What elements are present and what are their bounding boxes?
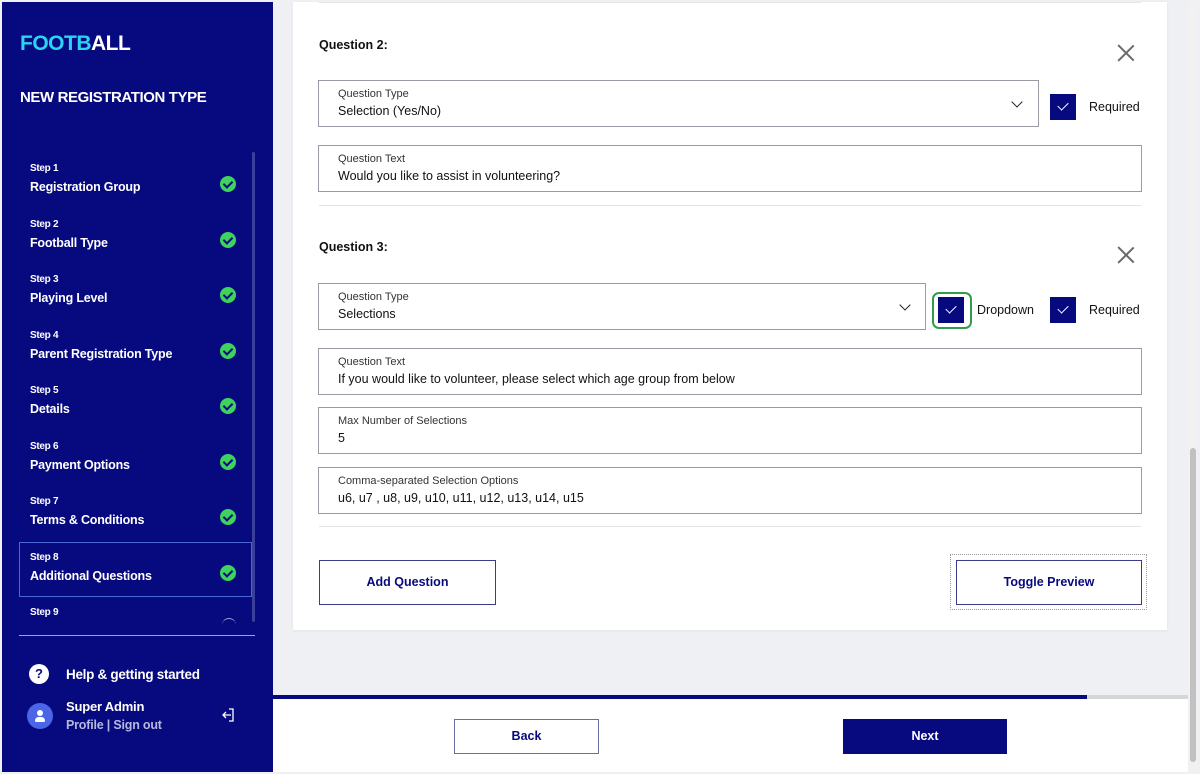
field-value: Selection (Yes/No) xyxy=(338,104,442,118)
question-2-title: Question 2: xyxy=(319,38,388,52)
required-label: Required xyxy=(1089,303,1140,317)
footer-bar: Back Next xyxy=(273,699,1188,772)
step-number: Step 4 xyxy=(30,329,59,341)
step-label: Parent Registration Type xyxy=(30,346,173,361)
questions-card: Question 2: Question Type Selection (Yes… xyxy=(293,2,1167,630)
divider xyxy=(319,2,1141,3)
section-title: NEW REGISTRATION TYPE xyxy=(20,89,207,106)
step-list: Step 1 Registration Group Step 2 Footbal… xyxy=(19,153,254,625)
step-label: Details xyxy=(30,402,70,416)
sidebar: FOOTBALL NEW REGISTRATION TYPE Step 1 Re… xyxy=(2,2,273,772)
step-label: Terms & Conditions xyxy=(30,513,145,527)
step-number: Step 2 xyxy=(30,218,59,230)
logo-text-2: ALL xyxy=(91,32,131,55)
check-circle-icon xyxy=(220,231,236,248)
check-circle-icon xyxy=(220,176,236,192)
check-circle-icon xyxy=(220,287,236,303)
field-label: Comma-separated Selection Options xyxy=(338,475,519,487)
dropdown-label: Dropdown xyxy=(977,303,1034,317)
divider xyxy=(19,635,255,636)
field-value: Selections xyxy=(338,307,396,321)
close-icon[interactable] xyxy=(1117,44,1135,62)
question-3-text-field[interactable]: Question Text If you would like to volun… xyxy=(318,348,1142,395)
question-2-type-select[interactable]: Question Type Selection (Yes/No) xyxy=(318,80,1039,127)
field-label: Max Number of Selections xyxy=(338,415,467,427)
sidebar-step-7[interactable]: Step 7 Terms & Conditions xyxy=(19,486,254,542)
logout-icon[interactable] xyxy=(220,707,236,723)
page-scrollbar[interactable] xyxy=(1188,2,1198,772)
step-label: Registration Group xyxy=(30,180,141,194)
chevron-down-icon xyxy=(1011,96,1023,108)
check-circle-icon xyxy=(220,453,236,470)
sidebar-step-8[interactable]: Step 8 Additional Questions xyxy=(19,541,252,597)
scrollbar-thumb[interactable] xyxy=(1190,448,1196,762)
close-icon[interactable] xyxy=(1117,246,1135,264)
step-label: Payment Options xyxy=(30,457,130,472)
sidebar-step-1[interactable]: Step 1 Registration Group xyxy=(19,153,254,209)
sidebar-step-4[interactable]: Step 4 Parent Registration Type xyxy=(19,320,254,376)
selection-options-field[interactable]: Comma-separated Selection Options u6, u7… xyxy=(318,467,1142,514)
chevron-down-icon xyxy=(899,299,911,311)
football-logo[interactable]: FOOTBALL xyxy=(20,32,131,56)
check-circle-icon xyxy=(220,509,236,525)
user-links: Profile | Sign out xyxy=(66,718,162,732)
question-3-dropdown-checkbox[interactable] xyxy=(938,297,964,323)
divider xyxy=(319,205,1141,206)
step-number: Step 3 xyxy=(30,274,59,285)
question-3-required-checkbox[interactable] xyxy=(1050,297,1076,323)
logo-text-1: FOOTB xyxy=(20,32,92,55)
question-3-type-select[interactable]: Question Type Selections xyxy=(318,283,926,330)
sidebar-step-5[interactable]: Step 5 Details xyxy=(19,375,254,431)
sidebar-step-2[interactable]: Step 2 Football Type xyxy=(19,209,254,265)
link-separator: | xyxy=(103,718,114,732)
field-label: Question Type xyxy=(338,291,409,303)
sidebar-scrollbar[interactable] xyxy=(252,152,255,622)
user-name: Super Admin xyxy=(66,699,145,714)
field-label: Question Text xyxy=(338,356,406,368)
step-number: Step 7 xyxy=(30,496,59,507)
field-value: 5 xyxy=(338,431,345,445)
sidebar-step-9[interactable]: Step 9 xyxy=(19,597,254,625)
toggle-preview-button[interactable]: Toggle Preview xyxy=(956,560,1142,605)
field-label: Question Type xyxy=(338,88,409,100)
step-number: Step 1 xyxy=(30,163,59,174)
field-value: If you would like to volunteer, please s… xyxy=(338,372,735,386)
loading-spinner-icon xyxy=(222,618,236,625)
check-circle-icon xyxy=(220,564,236,581)
field-value: Would you like to assist in volunteering… xyxy=(338,169,561,183)
field-label: Question Text xyxy=(338,153,406,165)
sidebar-step-6[interactable]: Step 6 Payment Options xyxy=(19,431,254,487)
check-circle-icon xyxy=(220,398,236,414)
next-button[interactable]: Next xyxy=(843,719,1007,754)
field-value: u6, u7 , u8, u9, u10, u11, u12, u13, u14… xyxy=(338,491,584,505)
question-mark-icon: ? xyxy=(29,664,49,684)
signout-link[interactable]: Sign out xyxy=(113,718,162,732)
sidebar-step-3[interactable]: Step 3 Playing Level xyxy=(19,264,254,320)
add-question-button[interactable]: Add Question xyxy=(319,560,496,605)
question-2-text-field[interactable]: Question Text Would you like to assist i… xyxy=(318,145,1142,192)
help-label: Help & getting started xyxy=(66,666,200,682)
divider xyxy=(319,526,1141,527)
step-label: Football Type xyxy=(30,235,108,250)
step-label: Playing Level xyxy=(30,291,108,305)
step-number: Step 6 xyxy=(30,440,59,452)
check-circle-icon xyxy=(220,342,236,359)
help-link[interactable]: ? Help & getting started xyxy=(29,664,200,684)
max-selections-field[interactable]: Max Number of Selections 5 xyxy=(318,407,1142,454)
profile-link[interactable]: Profile xyxy=(66,718,104,732)
question-3-title: Question 3: xyxy=(319,240,388,254)
step-number: Step 9 xyxy=(30,607,59,618)
required-label: Required xyxy=(1089,100,1140,114)
step-label: Additional Questions xyxy=(30,568,152,583)
step-number: Step 5 xyxy=(30,385,59,396)
back-button[interactable]: Back xyxy=(454,719,599,754)
question-2-required-checkbox[interactable] xyxy=(1050,94,1076,120)
user-avatar-icon xyxy=(27,703,53,729)
step-number: Step 8 xyxy=(30,551,59,563)
